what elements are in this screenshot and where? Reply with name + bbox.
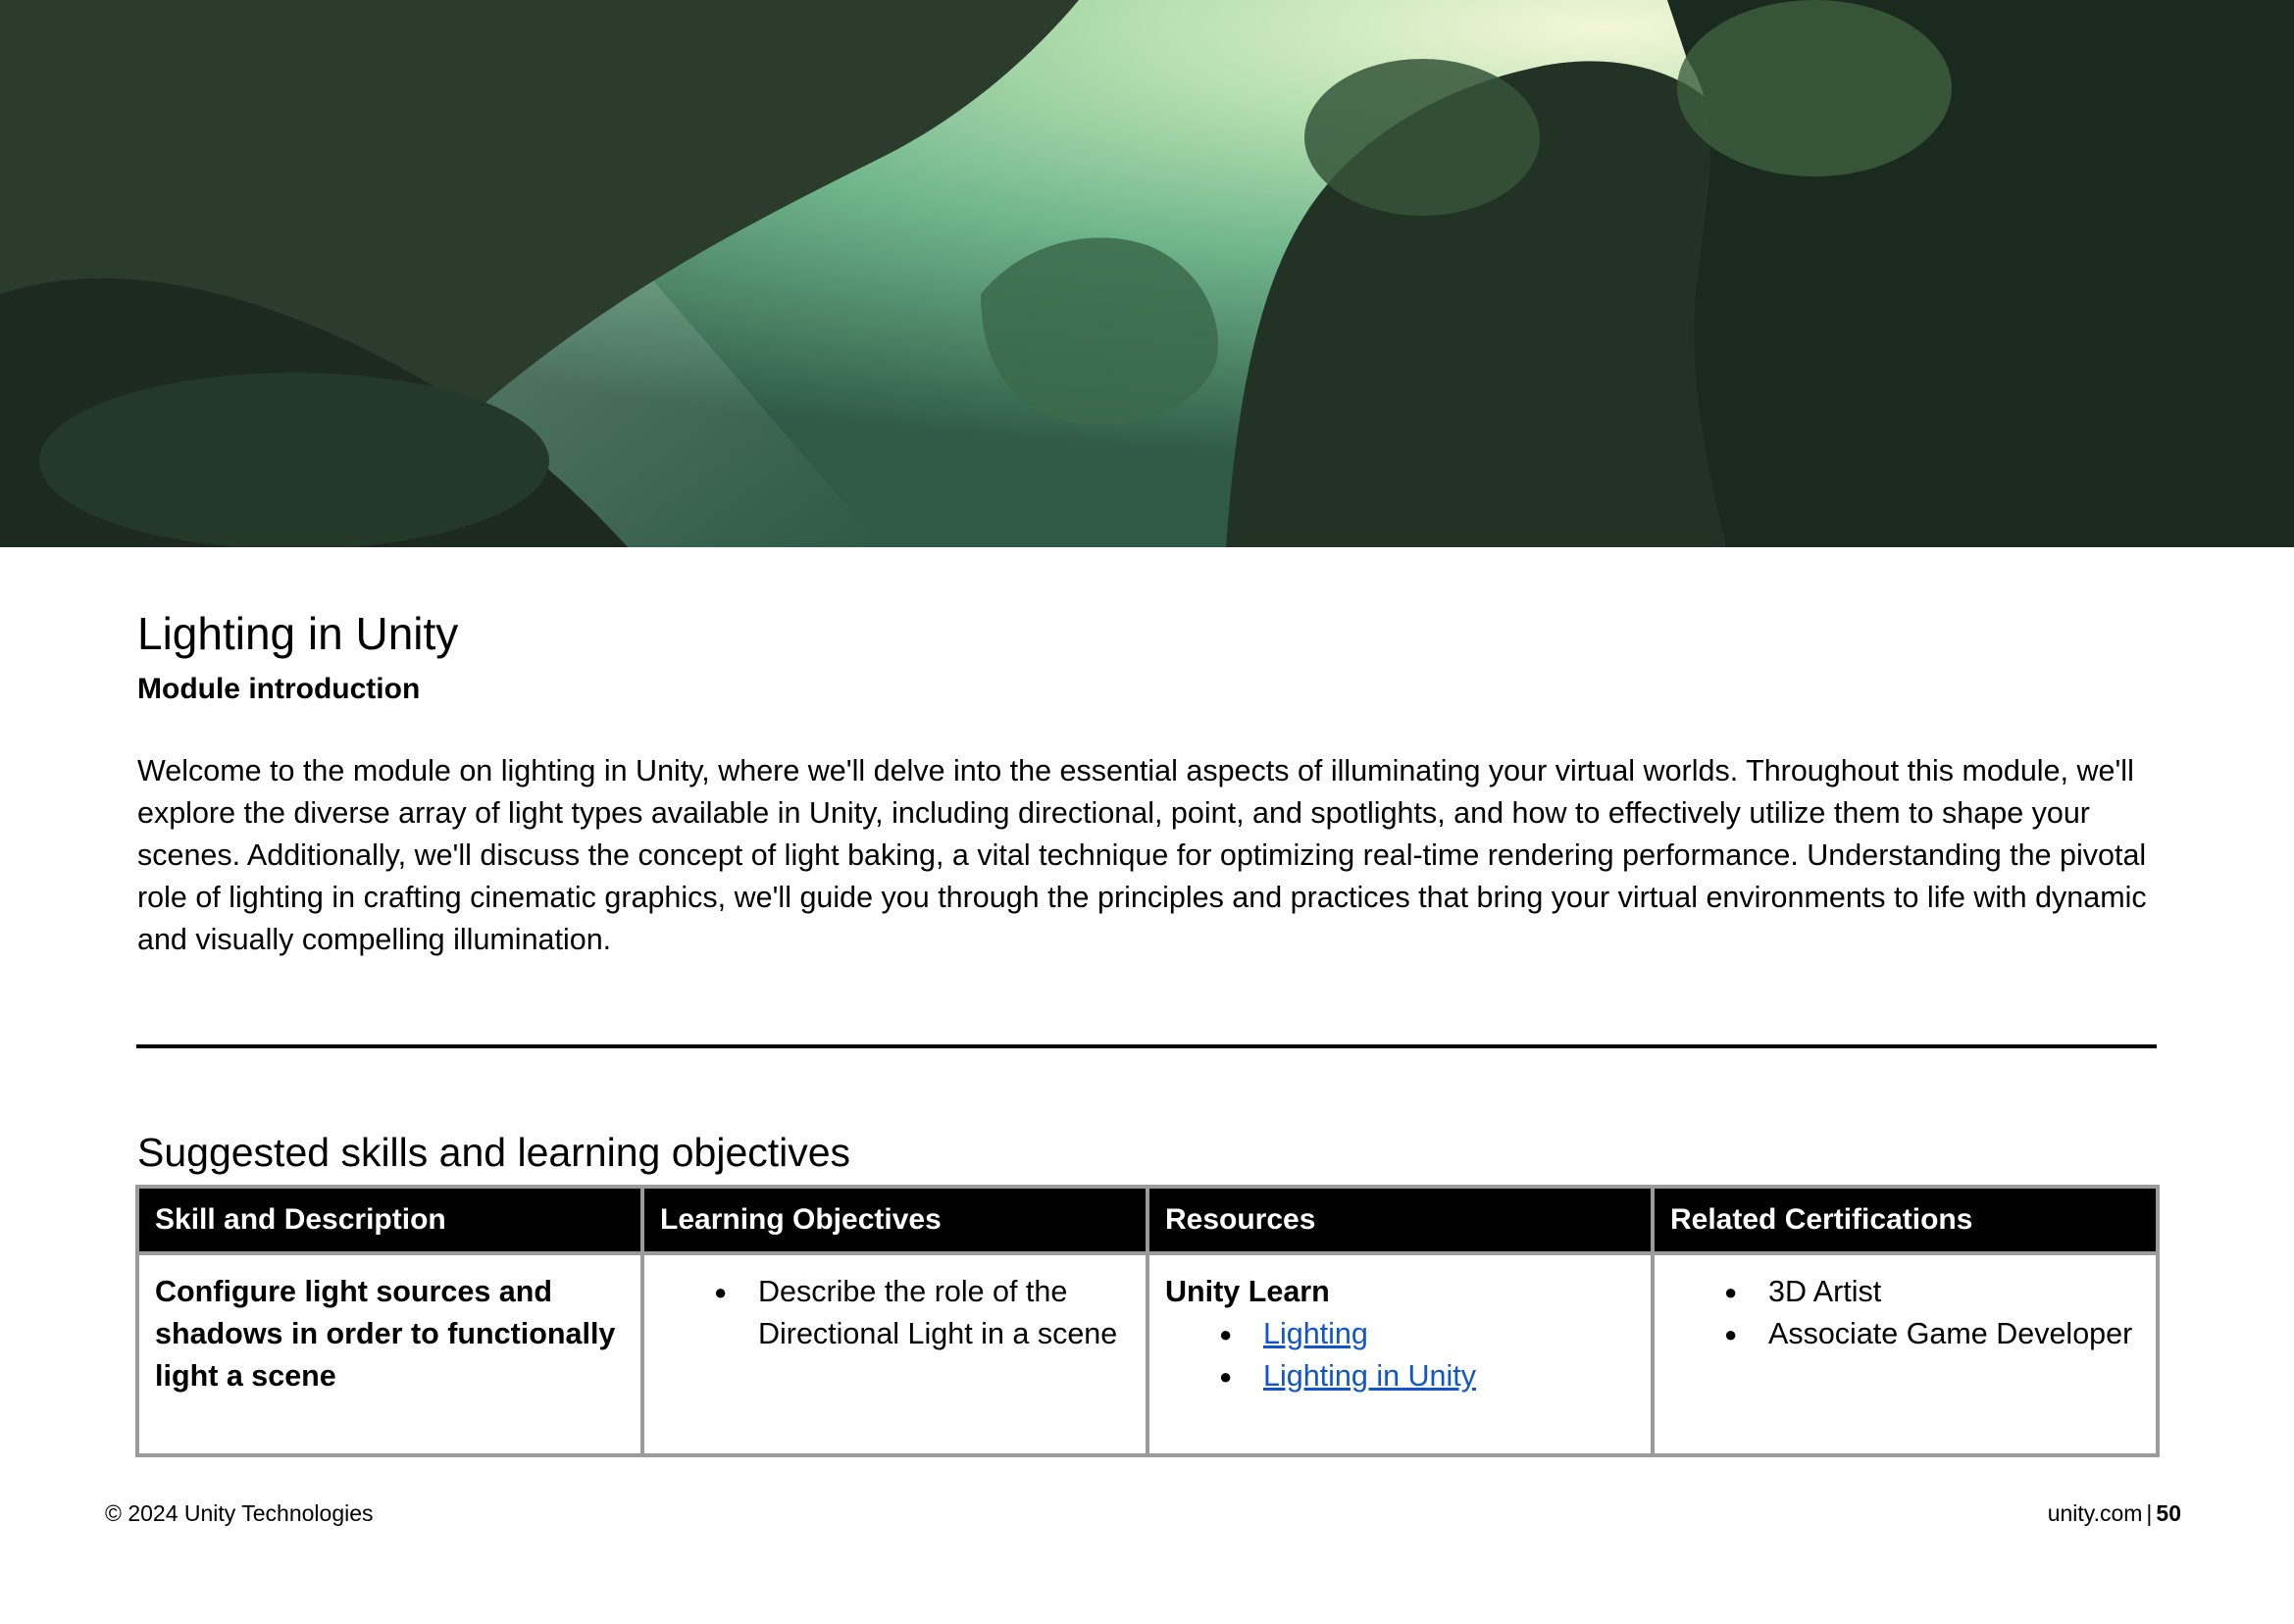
resource-link-lighting[interactable]: Lighting — [1263, 1317, 1368, 1350]
resources-heading: Unity Learn — [1165, 1275, 1330, 1308]
list-item: Lighting — [1165, 1313, 1635, 1355]
certifications-cell: 3D Artist Associate Game Developer — [1651, 1251, 2160, 1457]
list-item: 3D Artist — [1670, 1271, 2140, 1313]
module-intro-paragraph: Welcome to the module on lighting in Uni… — [137, 754, 2147, 956]
certifications-list: 3D Artist Associate Game Developer — [1670, 1271, 2140, 1355]
page-title: Lighting in Unity — [137, 608, 459, 659]
skill-description: Configure light sources and shadows in o… — [155, 1275, 616, 1393]
resources-cell: Unity Learn Lighting Lighting in Unity — [1146, 1251, 1655, 1457]
skills-table-header-row: Skill and Description Learning Objective… — [135, 1185, 2160, 1255]
footer-page-info: unity.com | 50 — [2048, 1498, 2181, 1528]
skill-cell: Configure light sources and shadows in o… — [135, 1251, 644, 1457]
hero-image — [0, 0, 2294, 547]
footer-separator: | — [2146, 1500, 2153, 1526]
module-subtitle: Module introduction — [137, 673, 421, 705]
list-item: Describe the role of the Directional Lig… — [660, 1271, 1130, 1355]
resources-list: Lighting Lighting in Unity — [1165, 1313, 1635, 1397]
objectives-list: Describe the role of the Directional Lig… — [660, 1271, 1130, 1355]
header-related-certifications: Related Certifications — [1651, 1185, 2160, 1255]
list-item: Lighting in Unity — [1165, 1355, 1635, 1397]
header-learning-objectives: Learning Objectives — [640, 1185, 1149, 1255]
list-item: Associate Game Developer — [1670, 1313, 2140, 1355]
skills-table: Skill and Description Learning Objective… — [135, 1185, 2160, 1457]
header-skill-description: Skill and Description — [135, 1185, 644, 1255]
resource-link-lighting-in-unity[interactable]: Lighting in Unity — [1263, 1359, 1476, 1393]
page-number: 50 — [2156, 1500, 2181, 1526]
skills-section-title: Suggested skills and learning objectives — [137, 1130, 851, 1175]
footer-site-link[interactable]: unity.com — [2048, 1500, 2143, 1526]
header-resources: Resources — [1146, 1185, 1655, 1255]
jungle-scene-illustration — [0, 0, 2294, 547]
table-row: Configure light sources and shadows in o… — [135, 1251, 2160, 1457]
section-divider — [136, 1044, 2157, 1048]
footer-copyright: © 2024 Unity Technologies — [105, 1500, 374, 1526]
objectives-cell: Describe the role of the Directional Lig… — [640, 1251, 1149, 1457]
